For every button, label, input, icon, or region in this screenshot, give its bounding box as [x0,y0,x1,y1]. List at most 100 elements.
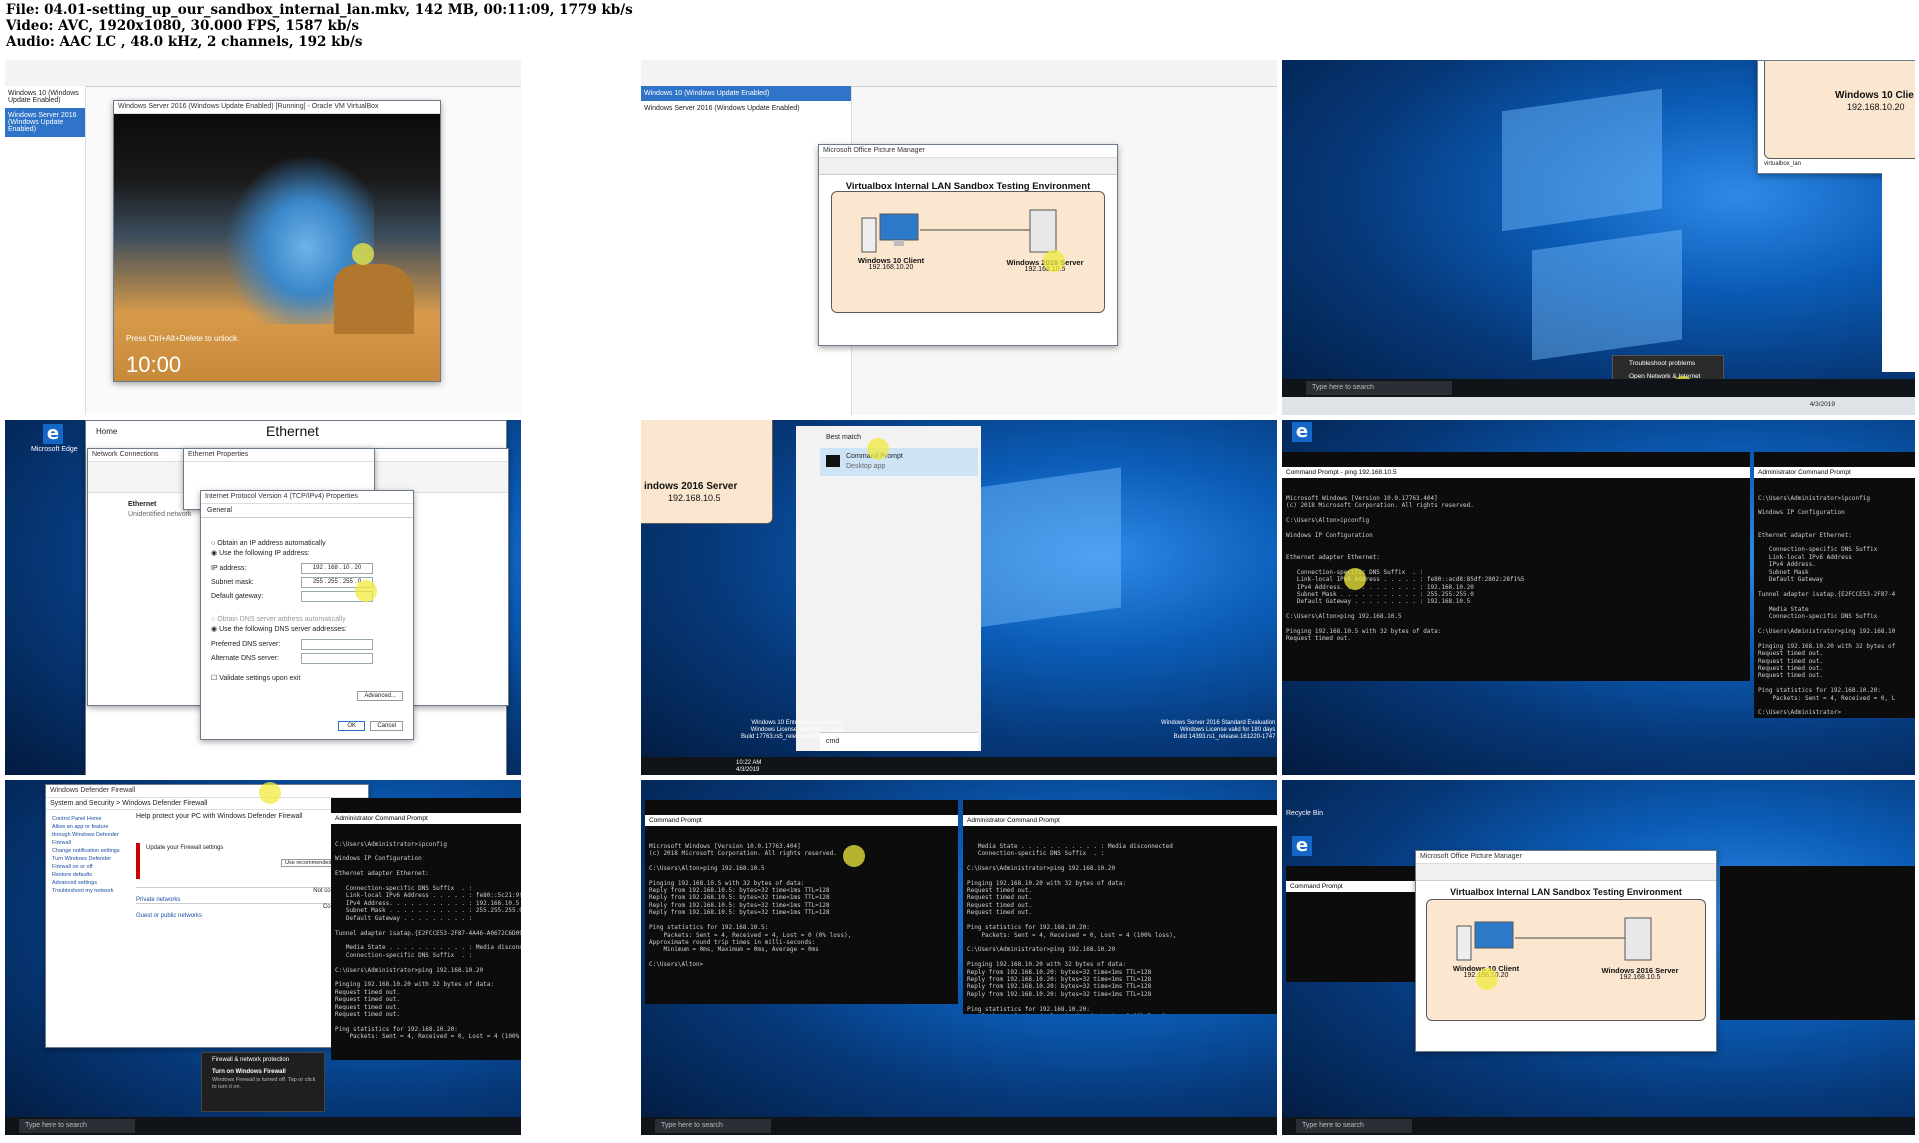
cmd-title: Command Prompt - ping 192.168.10.5 [1282,466,1750,478]
link-notification-settings[interactable]: Change notification settings [52,847,122,855]
edge-icon[interactable]: e [1292,836,1312,856]
taskbar-search[interactable]: Type here to search [19,1119,135,1133]
cmd-window-client: Command Prompt [1286,866,1424,982]
thumbnail-5[interactable]: indows 2016 Server 192.168.10.5 Best mat… [641,420,1277,775]
taskbar-search[interactable]: Type here to search [1296,1119,1412,1133]
firewall-heading: Help protect your PC with Windows Defend… [136,813,303,820]
thumbnail-7[interactable]: Windows Defender Firewall System and Sec… [5,780,521,1135]
firewall-toast[interactable]: Firewall & network protection Turn on Wi… [201,1052,325,1112]
console-line: Ping statistics for 192.168.10.20: [335,1025,458,1033]
breadcrumb[interactable]: System and Security > Windows Defender F… [46,798,368,810]
radio-obtain-ip[interactable]: ○ Obtain an IP address automatically [211,540,403,547]
thumbnail-6[interactable]: e Command Prompt - ping 192.168.10.5 Mic… [1282,420,1915,775]
cancel-button[interactable]: Cancel [370,721,403,731]
picture-manager-toolbar [1416,864,1716,881]
diagram-title: Virtualbox Internal LAN Sandbox Testing … [1450,887,1682,897]
adapter-status: Unidentified network [128,511,192,518]
settings-home[interactable]: Home [96,427,117,436]
ethernet-properties-title: Ethernet Properties [184,449,374,462]
private-network-row[interactable]: Private networks Not connected [136,887,356,903]
console-line: IPv4 Address. . . . . . . . . . . : 192.… [335,899,520,907]
diagram-art [1456,917,1652,961]
link-advanced-settings[interactable]: Advanced settings [52,879,122,887]
link-troubleshoot[interactable]: Troubleshoot my network [52,887,122,895]
link-restore-defaults[interactable]: Restore defaults [52,871,122,879]
edge-icon[interactable]: e [43,424,63,444]
ok-button[interactable]: OK [338,721,365,731]
edge-icon[interactable]: e [1292,422,1312,442]
client-monitor-icon [1474,921,1514,949]
console-line: Connection-specific DNS Suffix [1758,546,1878,554]
console-line: Minimum = 0ms, Maximum = 0ms, Average = … [649,946,819,954]
lock-clock: 10:00 [126,352,182,377]
console-line: Windows IP Configuration [335,855,422,863]
cursor-highlight [867,438,889,460]
vm-list-item-selected[interactable]: Windows Server 2016 (Windows Update Enab… [5,108,85,137]
console-line: Packets: Sent = 4, Received = 0, L [1758,694,1896,702]
validate-checkbox[interactable]: ☐ Validate settings upon exit [211,674,403,682]
console-line: Connection-specific DNS Suffix . : [335,951,473,959]
console-line: Windows IP Configuration [1758,509,1845,517]
taskbar-search[interactable]: Type here to search [1306,381,1452,395]
thumbnail-4[interactable]: e Microsoft Edge Home Ethernet Network C… [5,420,521,775]
thumbnail-2[interactable]: Windows 10 (Windows Update Enabled) Wind… [641,60,1277,415]
console-line: Pinging 192.168.10.5 with 32 bytes of da… [649,879,805,887]
watermark-line: Windows Server 2016 Standard Evaluation [1161,720,1276,726]
menu-troubleshoot[interactable]: Troubleshoot problems [1613,356,1723,367]
client-ip: 192.168.10.20 [868,264,914,271]
watermark-line: Build 14393.rs1_release.161220-1747 [1173,734,1276,740]
thumbnail-9[interactable]: Recycle Bin e Command Prompt Microsoft O… [1282,780,1915,1135]
lock-screen[interactable]: Press Ctrl+Alt+Delete to unlock. 10:00 [114,114,440,381]
radio-use-ip[interactable]: ◉ Use the following IP address: [211,549,403,557]
console-line: Ethernet adapter Ethernet: [1758,531,1852,539]
virtualbox-toolbar [641,60,1277,87]
console-line: Link-local IPv6 Address [1758,553,1852,561]
link-allow-app[interactable]: Allow an app or feature through Windows … [52,823,122,847]
cursor-highlight [1344,568,1366,590]
console-line: Ping statistics for 192.168.10.20: [1758,687,1881,695]
server-ip: 192.168.10.5 [668,493,721,503]
tab-general[interactable]: General [201,504,413,518]
thumbnail-3[interactable]: Windows 10 Clie 192.168.10.20 virtualbox… [1282,60,1915,415]
thumbnail-8[interactable]: Command Prompt Microsoft Windows [Versio… [641,780,1277,1135]
vm-list-item-selected[interactable]: Windows 10 (Windows Update Enabled) [641,86,851,101]
console-line: Request timed out. [335,996,401,1004]
cmd-title: Command Prompt [1286,880,1424,892]
console-line: Request timed out. [335,1003,401,1011]
taskbar-search[interactable]: Type here to search [655,1119,771,1133]
alternate-dns-field[interactable] [301,653,373,664]
admin-cmd-output: Media State . . . . . . . . . . . : Medi… [967,843,1273,1014]
taskbar: Type here to search [641,1117,1277,1135]
console-line: Packets: Sent = 4, Received = 0, Lost = … [349,1033,520,1041]
light-beam [1502,88,1662,232]
console-line: Reply from 192.168.10.5: bytes=32 time<1… [649,901,830,909]
link-control-panel-home[interactable]: Control Panel Home [52,815,122,823]
radio-obtain-dns[interactable]: ○ Obtain DNS server address automaticall… [211,616,403,623]
server-label: indows 2016 Server [644,481,738,492]
search-result-command-prompt[interactable]: Command Prompt Desktop app [820,448,978,476]
ip-address-field[interactable]: 192 . 168 . 10 . 20 [301,563,373,574]
guest-network-row[interactable]: Guest or public networks Connected [136,903,356,919]
radio-use-dns[interactable]: ◉ Use the following DNS server addresses… [211,625,403,633]
console-line: Packets: Sent = 4, Received = 4, Lost = … [649,931,852,939]
preferred-dns-field[interactable] [301,639,373,650]
console-line: Pinging 192.168.10.20 with 32 bytes of d… [967,961,1126,969]
firewall-warning: Update your Firewall settings Use recomm… [136,843,360,879]
obtain-dns-label: Obtain DNS server address automatically [217,616,346,623]
advanced-button[interactable]: Advanced... [357,691,403,701]
thumbnail-1[interactable]: Windows 10 (Windows Update Enabled) Wind… [5,60,521,415]
diagram-partial: indows 2016 Server 192.168.10.5 [641,420,773,524]
settings-heading: Ethernet [266,423,319,439]
adapter-name[interactable]: Ethernet [128,501,156,508]
start-search-box[interactable]: cmd [820,732,978,751]
vm-list-item[interactable]: Windows 10 (Windows Update Enabled) [5,86,85,108]
vm-list-item[interactable]: Windows Server 2016 (Windows Update Enab… [641,101,851,116]
console-line: Request timed out. [1758,650,1824,658]
link-turn-on-off[interactable]: Turn Windows Defender Firewall on or off [52,855,122,871]
